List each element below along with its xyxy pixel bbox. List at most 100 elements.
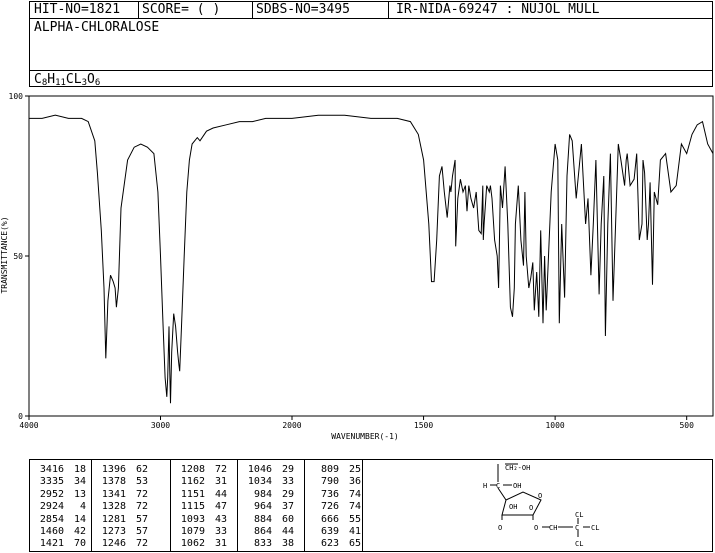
peak-row: 1378 53 xyxy=(98,475,148,488)
peak-wavenumber: 3335 xyxy=(39,476,64,488)
peak-row: 1396 62 xyxy=(98,463,148,476)
y-tick-label: 0 xyxy=(18,412,23,421)
peak-transmittance: 14 xyxy=(73,513,86,525)
peak-wavenumber: 1273 xyxy=(101,526,126,537)
y-tick-label: 50 xyxy=(13,252,23,261)
x-tick-label: 500 xyxy=(679,421,694,430)
peak-wavenumber: 984 xyxy=(253,488,272,500)
peak-wavenumber: 1062 xyxy=(180,538,205,550)
peak-wavenumber: 726 xyxy=(320,501,339,513)
c-label: C xyxy=(575,524,579,532)
peak-row: 1208 72 xyxy=(177,463,227,476)
peak-transmittance: 60 xyxy=(281,513,294,525)
x-tick-label: 4000 xyxy=(19,421,38,430)
peak-column: 1208 72 1162 31 1151 44 1115 47 1093 43 1079 33 1062… xyxy=(171,460,238,551)
peak-row: 1115 47 xyxy=(177,500,227,513)
x-axis-label: WAVENUMBER(-1) xyxy=(331,432,398,441)
peak-row: 2854 14 xyxy=(36,513,86,526)
peak-row: 833 38 xyxy=(244,537,294,550)
o-label: O xyxy=(529,504,533,512)
peak-transmittance: 72 xyxy=(135,488,148,500)
peak-transmittance: 42 xyxy=(73,526,86,537)
peak-column: 1396 62 1378 53 1341 72 1328 72 1281 57 1273 57 1246… xyxy=(92,460,171,551)
peak-row: 1421 70 xyxy=(36,537,86,550)
peak-row: 666 55 xyxy=(311,513,361,526)
peak-transmittance: 57 xyxy=(135,513,148,525)
peak-transmittance: 70 xyxy=(73,538,86,550)
spectrum-header: HIT-NO=1821 SCORE= ( ) SDBS-NO=3495 IR-N… xyxy=(29,1,713,88)
peak-row: 809 25 xyxy=(311,463,361,476)
peak-wavenumber: 884 xyxy=(253,513,272,525)
peak-row: 1328 72 xyxy=(98,500,148,513)
sdbs-number: SDBS-NO=3495 xyxy=(256,2,350,17)
peak-wavenumber: 2924 xyxy=(39,501,64,513)
peak-row: 1034 33 xyxy=(244,475,294,488)
c-label: C xyxy=(496,482,500,490)
peak-wavenumber: 1151 xyxy=(180,488,205,500)
peak-row: 984 29 xyxy=(244,488,294,501)
peak-wavenumber: 1079 xyxy=(180,526,205,537)
peak-column: 809 25 790 36 736 74 726 74 666 55 639 41 623 65 xyxy=(305,460,363,551)
peak-wavenumber: 623 xyxy=(320,538,339,550)
peak-wavenumber: 1460 xyxy=(39,526,64,537)
ir-nida-info: IR-NIDA-69247 : NUJOL MULL xyxy=(396,2,600,17)
peak-column: 3416 18 3335 34 2952 13 2924 4 2854 14 1460 42 1421 7… xyxy=(30,460,92,551)
peak-row: 884 60 xyxy=(244,513,294,526)
peak-row: 1341 72 xyxy=(98,488,148,501)
header-id-row: HIT-NO=1821 SCORE= ( ) SDBS-NO=3495 IR-N… xyxy=(30,2,712,19)
peak-wavenumber: 1281 xyxy=(101,513,126,525)
spectrum-line xyxy=(29,114,714,404)
peak-row: 1273 57 xyxy=(98,525,148,538)
peak-transmittance: 72 xyxy=(135,538,148,550)
peak-wavenumber: 1115 xyxy=(180,501,205,513)
peak-transmittance: 72 xyxy=(214,464,227,475)
peak-transmittance: 53 xyxy=(135,476,148,488)
peak-row: 2924 4 xyxy=(36,500,86,513)
peak-wavenumber: 1341 xyxy=(101,488,126,500)
peak-row: 1079 33 xyxy=(177,525,227,538)
peak-transmittance: 38 xyxy=(281,538,294,550)
peak-transmittance: 33 xyxy=(281,476,294,488)
peak-transmittance: 74 xyxy=(348,501,361,513)
ch-label: CH xyxy=(549,524,557,532)
formula-divider xyxy=(30,70,712,71)
peak-wavenumber: 1246 xyxy=(101,538,126,550)
peak-wavenumber: 3416 xyxy=(39,464,64,475)
x-tick-label: 1000 xyxy=(545,421,564,430)
hit-number: HIT-NO=1821 xyxy=(34,2,121,17)
peak-transmittance: 29 xyxy=(281,464,294,475)
peak-wavenumber: 790 xyxy=(320,476,339,488)
peak-wavenumber: 964 xyxy=(253,501,272,513)
peak-wavenumber: 2854 xyxy=(39,513,64,525)
peak-wavenumber: 639 xyxy=(320,526,339,537)
peak-row: 726 74 xyxy=(311,500,361,513)
peak-row: 1281 57 xyxy=(98,513,148,526)
peak-transmittance: 18 xyxy=(73,464,86,475)
peak-transmittance: 65 xyxy=(348,538,361,550)
peak-transmittance: 44 xyxy=(281,526,294,537)
peak-wavenumber: 1093 xyxy=(180,513,205,525)
peak-transmittance: 44 xyxy=(214,488,227,500)
peak-row: 1246 72 xyxy=(98,537,148,550)
peak-row: 623 65 xyxy=(311,537,361,550)
peak-row: 1151 44 xyxy=(177,488,227,501)
peak-wavenumber: 1421 xyxy=(39,538,64,550)
peak-transmittance: 34 xyxy=(73,476,86,488)
peak-wavenumber: 666 xyxy=(320,513,339,525)
peak-wavenumber: 1162 xyxy=(180,476,205,488)
peak-row: 1162 31 xyxy=(177,475,227,488)
peak-transmittance: 62 xyxy=(135,464,148,475)
cl-label: CL xyxy=(591,524,599,532)
oh-label: OH xyxy=(509,503,517,511)
peak-row: 3335 34 xyxy=(36,475,86,488)
x-tick-label: 3000 xyxy=(151,421,170,430)
plot-frame xyxy=(28,95,714,417)
peak-row: 2952 13 xyxy=(36,488,86,501)
peak-transmittance: 74 xyxy=(348,488,361,500)
peak-transmittance: 25 xyxy=(348,464,361,475)
peak-wavenumber: 1396 xyxy=(101,464,126,475)
peak-wavenumber: 2952 xyxy=(39,488,64,500)
score: SCORE= ( ) xyxy=(142,2,221,17)
peak-wavenumber: 1046 xyxy=(247,464,272,475)
x-tick-label: 1500 xyxy=(414,421,433,430)
